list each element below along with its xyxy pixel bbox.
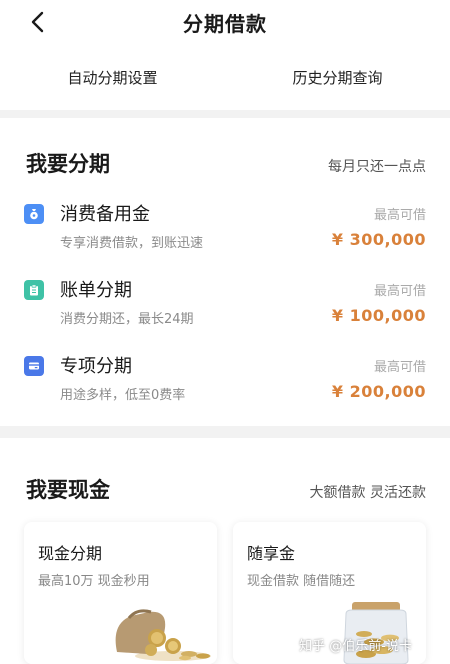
installment-title: 我要分期 (26, 152, 110, 176)
chevron-left-icon (31, 11, 44, 33)
loan-limit-label: 最高可借 (373, 360, 426, 375)
loan-limit-label: 最高可借 (373, 284, 426, 299)
loan-amount: ¥ 300,000 (331, 230, 426, 249)
tile-title: 随享金 (247, 544, 296, 563)
loan-amount: ¥ 100,000 (331, 306, 426, 325)
auto-installment-settings-link[interactable]: 自动分期设置 (0, 44, 225, 110)
flexi-cash-tile[interactable]: 随享金 现金借款 随借随还 知乎 @伯乐前-说卡 (233, 522, 426, 664)
loan-desc: 用途多样，低至0费率 (60, 388, 186, 403)
tile-desc: 现金借款 随借随还 (247, 574, 356, 589)
installment-header: 我要分期 每月只还一点点 (0, 118, 450, 178)
cash-installment-tile[interactable]: 现金分期 最高10万 现金秒用 (24, 522, 217, 664)
loan-desc: 消费分期还，最长24期 (60, 312, 194, 327)
loan-desc: 专享消费借款，到账迅速 (60, 236, 204, 251)
page-title: 分期借款 (183, 11, 267, 36)
cash-title: 我要现金 (26, 478, 110, 502)
cash-subtitle: 大额借款 灵活还款 (309, 485, 426, 501)
watermark: 知乎 @伯乐前-说卡 (299, 639, 412, 654)
top-bar: 分期借款 (0, 0, 450, 44)
card-icon (24, 356, 44, 376)
loan-name: 消费备用金 (60, 204, 150, 225)
installment-section: 我要分期 每月只还一点点 消费备用金 专享消费借款，到账迅速 最高可借 ¥ 30… (0, 118, 450, 426)
moneybag-icon (24, 204, 44, 224)
loan-item-consumer-reserve[interactable]: 消费备用金 专享消费借款，到账迅速 最高可借 ¥ 300,000 (24, 200, 426, 260)
loan-name: 账单分期 (60, 280, 132, 301)
cash-header: 我要现金 大额借款 灵活还款 (0, 438, 450, 504)
money-sack-icon (115, 609, 211, 661)
loan-name: 专项分期 (60, 356, 132, 377)
cash-section: 我要现金 大额借款 灵活还款 现金分期 最高10万 现金秒用 随享金 现金借款 … (0, 438, 450, 664)
loan-item-bill-installment[interactable]: 账单分期 消费分期还，最长24期 最高可借 ¥ 100,000 (24, 276, 426, 336)
loan-item-special-installment[interactable]: 专项分期 用途多样，低至0费率 最高可借 ¥ 200,000 (24, 352, 426, 412)
quick-links: 自动分期设置 历史分期查询 (0, 44, 450, 110)
loan-limit-label: 最高可借 (373, 208, 426, 223)
loan-amount: ¥ 200,000 (331, 382, 426, 401)
installment-history-link[interactable]: 历史分期查询 (225, 44, 450, 110)
back-button[interactable] (24, 8, 52, 36)
installment-subtitle: 每月只还一点点 (328, 159, 426, 175)
clipboard-icon (24, 280, 44, 300)
tile-title: 现金分期 (38, 544, 103, 563)
tile-desc: 最高10万 现金秒用 (38, 574, 150, 589)
